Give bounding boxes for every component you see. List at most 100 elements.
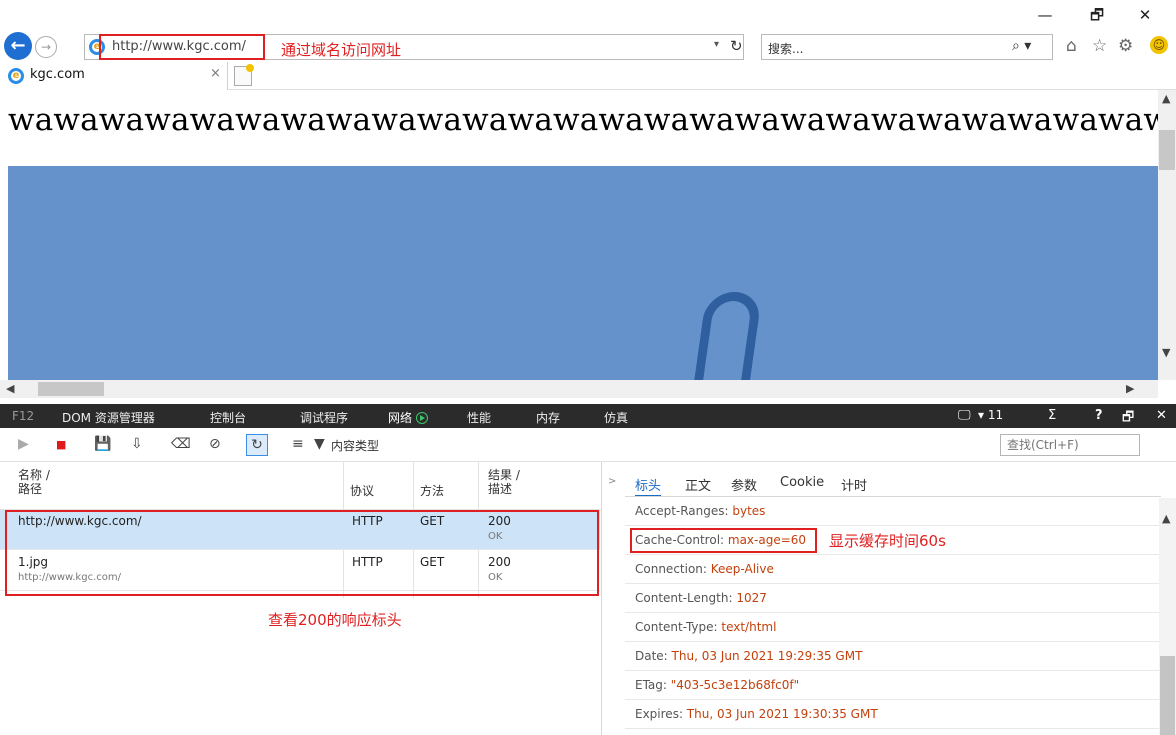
- tab-strip: e kgc.com ×: [0, 62, 1176, 90]
- url-text[interactable]: http://www.kgc.com/: [112, 39, 246, 54]
- header-name: Connection:: [635, 562, 711, 576]
- tab-console[interactable]: 控制台: [210, 409, 246, 426]
- header-value: Thu, 03 Jun 2021 19:29:35 GMT: [671, 649, 863, 663]
- header-row: Content-Type: text/html: [625, 613, 1161, 642]
- page-viewport: wawawawawawawawawawawawawawawawawawawawa…: [0, 90, 1176, 404]
- header-name: Content-Length:: [635, 591, 737, 605]
- find-input[interactable]: [1000, 434, 1140, 456]
- title-bar: — 🗗 ✕: [0, 0, 1176, 32]
- new-tab-button[interactable]: [234, 64, 254, 86]
- tab-network[interactable]: 网络: [388, 409, 429, 426]
- minimize-button[interactable]: —: [1030, 3, 1060, 27]
- header-name: Date:: [635, 649, 672, 663]
- scroll-left-icon[interactable]: ◀: [6, 382, 14, 395]
- tab-network-label: 网络: [388, 411, 413, 425]
- address-bar[interactable]: e http://www.kgc.com/ 通过域名访问网址 ▾ ↻: [84, 34, 744, 60]
- search-placeholder: 搜索...: [768, 42, 804, 56]
- filter-icon[interactable]: ▼: [314, 436, 325, 452]
- import-icon[interactable]: ⇩: [131, 436, 143, 452]
- header-value: Thu, 03 Jun 2021 19:30:35 GMT: [686, 707, 878, 721]
- vertical-scroll-thumb[interactable]: [1159, 130, 1175, 170]
- target-icon[interactable]: 🖵: [958, 408, 971, 423]
- refresh-icon[interactable]: ↻: [730, 37, 743, 55]
- header-row: Date: Thu, 03 Jun 2021 19:29:35 GMT: [625, 642, 1161, 671]
- tab-body[interactable]: 正文: [685, 475, 711, 494]
- forward-button[interactable]: →: [35, 36, 57, 58]
- column-name-label: 名称 /: [18, 468, 50, 482]
- column-protocol[interactable]: 协议: [350, 484, 374, 498]
- column-path-label: 路径: [18, 482, 43, 496]
- column-description-label: 描述: [488, 482, 513, 496]
- tab-kgc[interactable]: e kgc.com ×: [0, 62, 228, 90]
- scroll-up-icon[interactable]: ▲: [1162, 92, 1170, 105]
- save-icon[interactable]: 💾: [94, 436, 111, 452]
- request-list: 名称 / 路径 协议 方法 结果 / 描述 http://www.kgc.com…: [0, 462, 602, 735]
- detail-panel: > 标头 正文 参数 Cookie 计时 Accept-Ranges: byte…: [603, 462, 1176, 735]
- network-toolbar: ▶ ■ 💾 ⇩ ⌫ ⊘ ↻ ≡ ▼ 内容类型: [0, 428, 1176, 462]
- clear-entries-icon[interactable]: ≡: [292, 436, 304, 452]
- tab-headers[interactable]: 标头: [635, 475, 662, 497]
- scroll-up-icon[interactable]: ▲: [1162, 512, 1170, 525]
- home-icon[interactable]: ⌂: [1066, 36, 1077, 56]
- tab-timing[interactable]: 计时: [841, 475, 867, 494]
- devtools-f12-label: F12: [12, 409, 35, 423]
- header-row: Connection: Keep-Alive: [625, 555, 1161, 584]
- tab-close-icon[interactable]: ×: [210, 66, 221, 81]
- back-button[interactable]: ←: [4, 32, 32, 60]
- devtools-close-icon[interactable]: ✕: [1156, 408, 1167, 423]
- tab-memory[interactable]: 内存: [536, 409, 560, 426]
- detail-vertical-scrollbar[interactable]: ▲: [1159, 498, 1176, 735]
- error-count[interactable]: ▾ 11: [978, 408, 1003, 422]
- page-image: [8, 166, 1158, 380]
- header-name: ETag:: [635, 678, 671, 692]
- gear-icon[interactable]: ⚙: [1118, 36, 1133, 56]
- tab-favicon-icon: e: [8, 68, 24, 84]
- scroll-right-icon[interactable]: ▶: [1126, 382, 1134, 395]
- header-row: Expires: Thu, 03 Jun 2021 19:30:35 GMT: [625, 700, 1161, 729]
- tab-parameters[interactable]: 参数: [731, 475, 757, 494]
- column-method[interactable]: 方法: [420, 484, 444, 498]
- arch-sculpture: [685, 292, 763, 380]
- header-value: "403-5c3e12b68fc0f": [670, 678, 800, 692]
- address-dropdown-icon[interactable]: ▾: [714, 39, 719, 50]
- restore-button[interactable]: 🗗: [1082, 3, 1112, 27]
- collapse-icon[interactable]: >: [608, 476, 616, 487]
- request-annotation-box: [5, 510, 599, 596]
- header-value: 1027: [736, 591, 767, 605]
- column-result[interactable]: 结果 / 描述: [488, 468, 520, 496]
- play-icon[interactable]: ▶: [18, 436, 29, 452]
- feedback-smiley-icon[interactable]: ☺: [1150, 36, 1168, 54]
- record-icon: [416, 412, 429, 424]
- page-horizontal-scrollbar[interactable]: ◀ ▶: [0, 380, 1158, 398]
- scroll-down-icon[interactable]: ▼: [1162, 346, 1170, 359]
- url-annotation: 通过域名访问网址: [281, 41, 402, 59]
- search-input[interactable]: 搜索... ⌕ ▾: [761, 34, 1053, 60]
- detail-scroll-thumb[interactable]: [1160, 656, 1175, 735]
- column-name[interactable]: 名称 / 路径: [18, 468, 50, 496]
- always-refresh-icon[interactable]: ↻: [246, 434, 268, 456]
- search-icon[interactable]: ⌕ ▾: [1012, 38, 1031, 54]
- tab-dom-explorer[interactable]: DOM 资源管理器: [62, 409, 155, 426]
- help-icon[interactable]: ?: [1095, 408, 1103, 423]
- tab-emulation[interactable]: 仿真: [604, 409, 628, 426]
- horizontal-scroll-thumb[interactable]: [38, 382, 104, 396]
- clear-session-icon[interactable]: ⌫: [171, 436, 191, 452]
- content-type-filter[interactable]: 内容类型: [331, 437, 379, 454]
- header-value: Keep-Alive: [710, 562, 774, 576]
- cache-control-annotation-box: [630, 528, 817, 553]
- favorites-icon[interactable]: ☆: [1092, 36, 1107, 56]
- close-button[interactable]: ✕: [1130, 3, 1160, 27]
- clear-cookies-icon[interactable]: ⊘: [209, 436, 221, 452]
- tab-performance[interactable]: 性能: [467, 409, 491, 426]
- page-vertical-scrollbar[interactable]: ▲ ▼: [1158, 90, 1176, 380]
- header-value: bytes: [732, 504, 766, 518]
- tab-debugger[interactable]: 调试程序: [300, 409, 348, 426]
- header-value: text/html: [721, 620, 777, 634]
- console-toggle-icon[interactable]: Σ: [1048, 408, 1056, 423]
- page-heading: wawawawawawawawawawawawawawawawawawawawa…: [8, 102, 1176, 138]
- header-name: Content-Type:: [635, 620, 722, 634]
- undock-icon[interactable]: 🗗: [1122, 408, 1134, 430]
- tab-cookie[interactable]: Cookie: [780, 475, 824, 490]
- stop-icon[interactable]: ■: [56, 438, 66, 451]
- tab-title: kgc.com: [30, 67, 85, 82]
